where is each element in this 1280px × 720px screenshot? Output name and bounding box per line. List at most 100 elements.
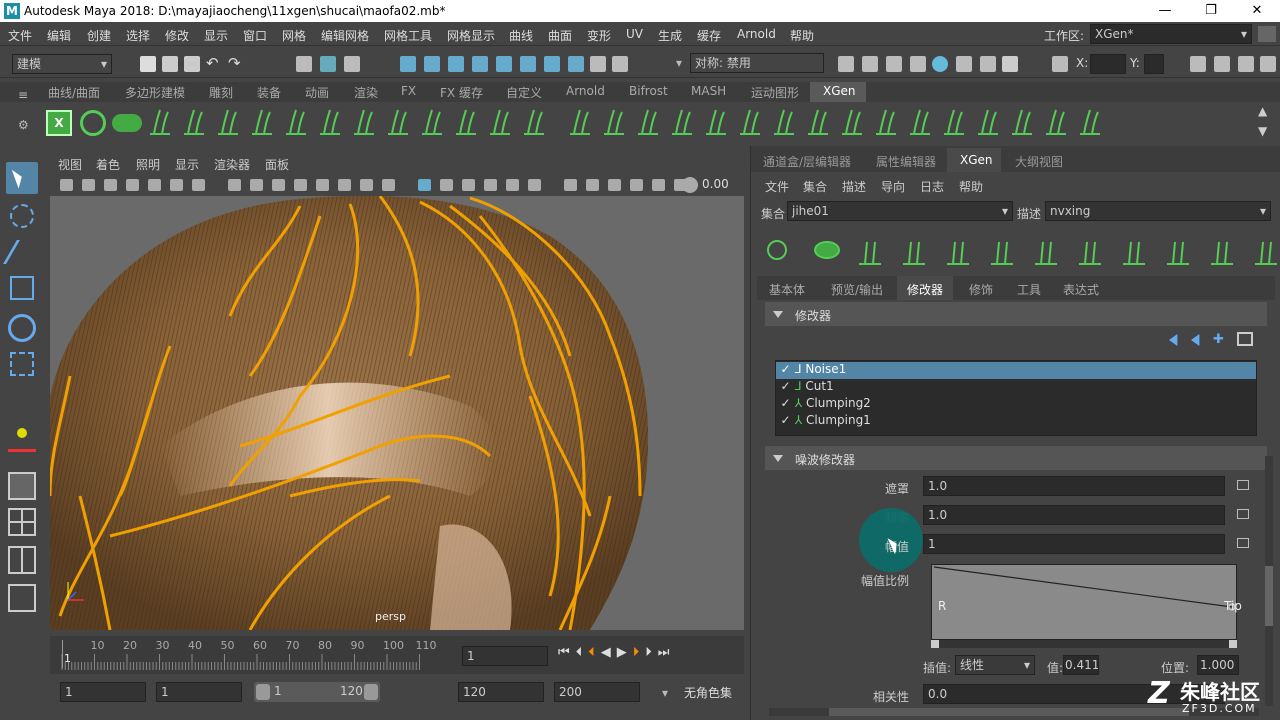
symmetry-dropdown[interactable]: 对称: 禁用: [690, 53, 824, 73]
exposure-icon[interactable]: [682, 177, 698, 193]
xgen-menu-log[interactable]: 日志: [920, 178, 944, 195]
xgen-tool-icon[interactable]: [808, 109, 828, 135]
four-view-icon[interactable]: [8, 508, 36, 536]
vp-menu-view[interactable]: 视图: [58, 156, 82, 173]
shelf-tab-xgen[interactable]: XGen: [823, 84, 856, 98]
vp-menu-show[interactable]: 显示: [175, 156, 199, 173]
shelf-scroll-up-icon[interactable]: ▲: [1258, 104, 1267, 118]
viewport-tool-icon[interactable]: [462, 179, 475, 191]
viewport-tool-icon[interactable]: [250, 179, 263, 191]
step-forward-icon[interactable]: ⏵: [645, 645, 658, 660]
single-perspective-view-icon[interactable]: [8, 472, 36, 500]
playback-start-field[interactable]: 1: [156, 682, 242, 702]
range-start-handle[interactable]: [256, 684, 270, 700]
viewport-tool-icon[interactable]: [440, 179, 453, 191]
modifier-row-noise1[interactable]: ✓ ⅃ Noise1: [776, 362, 1256, 379]
xgen-tool-icon[interactable]: [1012, 109, 1032, 135]
viewport-tool-icon[interactable]: [126, 179, 139, 191]
y-coordinate-field[interactable]: [1144, 54, 1164, 74]
perspective-viewport[interactable]: persp: [50, 196, 744, 630]
channel-box-toggle-icon[interactable]: [1260, 56, 1276, 72]
xgen-panel-icon[interactable]: [903, 241, 925, 265]
expression-editor-icon[interactable]: [1237, 509, 1249, 519]
xgen-tool-icon[interactable]: [944, 109, 964, 135]
noise-section-header[interactable]: 噪波修改器: [765, 446, 1267, 470]
xgen-panel-icon[interactable]: [1035, 241, 1057, 265]
range-end-handle[interactable]: [364, 684, 378, 700]
shelf-tab-sculpt[interactable]: 雕刻: [209, 84, 233, 101]
playback-end-field[interactable]: 120: [458, 682, 544, 702]
xgen-tool-icon[interactable]: [490, 109, 510, 135]
xgen-tool-icon[interactable]: [570, 109, 590, 135]
select-by-hierarchy-icon[interactable]: [296, 56, 312, 72]
xgen-editor-icon[interactable]: X: [46, 110, 72, 136]
snap-vertex-icon[interactable]: [520, 56, 536, 72]
viewport-tool-icon[interactable]: [82, 179, 95, 191]
exposure-value[interactable]: 0.00: [702, 177, 729, 191]
viewport-tool-icon[interactable]: [652, 179, 665, 191]
interpolation-dropdown[interactable]: 线性 ▾: [955, 655, 1035, 675]
xgen-tool-icon[interactable]: [456, 109, 476, 135]
viewport-tool-icon[interactable]: [316, 179, 329, 191]
open-scene-icon[interactable]: [162, 56, 178, 72]
viewport-tool-icon[interactable]: [338, 179, 351, 191]
close-button[interactable]: ✕: [1234, 0, 1280, 22]
subtab-expressions[interactable]: 表达式: [1063, 281, 1099, 298]
vp-menu-panels[interactable]: 面板: [265, 156, 289, 173]
xgen-menu-file[interactable]: 文件: [765, 178, 789, 195]
xgen-tool-icon[interactable]: [422, 109, 442, 135]
render-view-icon[interactable]: [838, 56, 854, 72]
viewport-tool-icon[interactable]: [170, 179, 183, 191]
modifiers-section-header[interactable]: 修改器: [765, 302, 1267, 326]
select-tool-icon[interactable]: [6, 162, 38, 194]
xgen-panel-icon[interactable]: [1255, 241, 1277, 265]
go-to-end-icon[interactable]: ⏭: [658, 645, 676, 660]
ipr-render-icon[interactable]: [886, 56, 902, 72]
subtab-preview-output[interactable]: 预览/输出: [831, 281, 883, 298]
step-forward-key-icon[interactable]: ⏵: [633, 645, 646, 660]
xgen-panel-icon[interactable]: [1079, 241, 1101, 265]
shelf-tab-fx-cache[interactable]: FX 缓存: [440, 84, 483, 101]
check-icon[interactable]: ✓: [780, 362, 791, 376]
xgen-tool-icon[interactable]: [842, 109, 862, 135]
attribute-editor-toggle-icon[interactable]: [1214, 56, 1230, 72]
check-icon[interactable]: ✓: [780, 396, 791, 410]
shelf-settings-icon[interactable]: ⚙: [18, 118, 29, 132]
character-set-label[interactable]: 无角色集: [684, 684, 732, 701]
xgen-tool-icon[interactable]: [252, 109, 272, 135]
paint-select-tool-icon[interactable]: [3, 240, 41, 264]
viewport-tool-icon[interactable]: [60, 179, 73, 191]
xgen-tool-icon[interactable]: [388, 109, 408, 135]
xgen-tool-icon[interactable]: [672, 109, 692, 135]
undo-icon[interactable]: ↶: [206, 54, 219, 72]
menu-select[interactable]: 选择: [126, 27, 150, 44]
xgen-panel-icon[interactable]: [1123, 241, 1145, 265]
step-back-key-icon[interactable]: ⏴: [588, 645, 601, 660]
workspace-lock-icon[interactable]: [1258, 26, 1276, 42]
lock-icon[interactable]: [590, 56, 606, 72]
time-slider[interactable]: 10 20 30 40 50 60 70 80 90 100 110 1 1 ⏮⏴⏴◀▶⏵⏵⏭: [50, 636, 744, 674]
shelf-menu-icon[interactable]: ≡: [18, 88, 28, 102]
ramp-value-field[interactable]: 0.411: [1063, 655, 1099, 675]
pause-viewport-icon[interactable]: [1002, 56, 1018, 72]
menu-help[interactable]: 帮助: [790, 27, 814, 44]
xgen-menu-guides[interactable]: 导向: [881, 178, 905, 195]
viewport-tool-icon[interactable]: [608, 179, 621, 191]
light-editor-icon[interactable]: [980, 56, 996, 72]
magnitude-scale-ramp[interactable]: R Tip: [931, 564, 1242, 640]
xgen-tool-icon[interactable]: [706, 109, 726, 135]
render-settings-icon[interactable]: [910, 56, 926, 72]
collection-dropdown[interactable]: jihe01 ▾: [787, 201, 1013, 221]
shelf-tab-fx[interactable]: FX: [401, 84, 416, 98]
xgen-panel-icon[interactable]: [814, 241, 840, 259]
xgen-menu-description[interactable]: 描述: [842, 178, 866, 195]
menu-set-dropdown[interactable]: 建模 ▾: [12, 54, 112, 74]
menu-deform[interactable]: 变形: [587, 27, 611, 44]
subtab-utilities[interactable]: 工具: [1017, 281, 1041, 298]
xgen-panel-icon[interactable]: [1211, 241, 1233, 265]
shelf-tab-curves[interactable]: 曲线/曲面: [48, 84, 100, 101]
xgen-tool-icon[interactable]: [286, 109, 306, 135]
menu-mesh-tools[interactable]: 网格工具: [384, 27, 432, 44]
move-modifier-up-icon[interactable]: [1169, 334, 1178, 346]
viewport-tool-icon[interactable]: [382, 179, 395, 191]
